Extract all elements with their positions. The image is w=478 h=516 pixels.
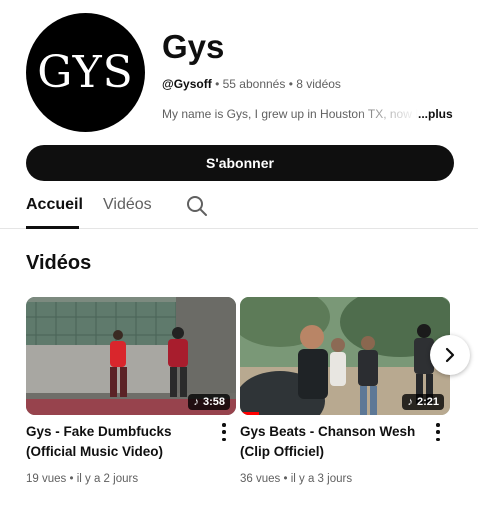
search-icon[interactable] <box>185 194 209 218</box>
video-card[interactable]: ♪ 2:21 Gys Beats - Chanson Wesh (Clip Of… <box>240 297 450 485</box>
next-button[interactable] <box>430 335 470 375</box>
watch-progress-bar <box>240 412 259 415</box>
subscriber-count: 55 abonnés <box>222 77 286 91</box>
video-duration: ♪ 3:58 <box>188 394 230 410</box>
video-stats: 19 vues • il y a 2 jours <box>26 473 138 485</box>
duration-text: 2:21 <box>416 396 439 408</box>
video-card[interactable]: ♪ 3:58 Gys - Fake Dumbfucks (Official Mu… <box>26 297 236 485</box>
upload-age: il y a 3 jours <box>290 473 353 485</box>
channel-name: Gys <box>162 28 225 65</box>
tab-accueil[interactable]: Accueil <box>26 196 83 214</box>
description-text: My name is Gys, I grew up in Houston TX,… <box>162 107 418 121</box>
channel-meta: @Gysoff • 55 abonnés • 8 vidéos <box>162 77 341 91</box>
view-count: 36 vues <box>240 473 281 485</box>
video-thumbnail[interactable]: ♪ 3:58 <box>26 297 236 415</box>
video-title[interactable]: Gys - Fake Dumbfucks (Official Music Vid… <box>26 422 212 462</box>
stats-separator: • <box>69 473 74 485</box>
avatar-logo-text: GYS <box>37 47 134 98</box>
active-tab-indicator <box>26 226 79 229</box>
more-vert-icon[interactable] <box>432 423 444 441</box>
channel-description[interactable]: My name is Gys, I grew up in Houston TX,… <box>162 107 454 121</box>
description-more-link[interactable]: ...plus <box>418 107 453 121</box>
subscribe-button[interactable]: S'abonner <box>26 145 454 181</box>
duration-text: 3:58 <box>202 396 225 408</box>
more-vert-icon[interactable] <box>218 423 230 441</box>
video-title[interactable]: Gys Beats - Chanson Wesh (Clip Officiel) <box>240 422 426 462</box>
video-count: 8 vidéos <box>296 77 341 91</box>
meta-separator: • <box>288 77 293 91</box>
video-thumbnail[interactable]: ♪ 2:21 <box>240 297 450 415</box>
channel-tabs: Accueil Vidéos <box>0 188 478 229</box>
chevron-right-icon <box>445 347 455 363</box>
video-duration: ♪ 2:21 <box>402 394 444 410</box>
view-count: 19 vues <box>26 473 67 485</box>
upload-age: il y a 2 jours <box>76 473 139 485</box>
music-note-icon: ♪ <box>407 396 413 408</box>
meta-separator: • <box>215 77 220 91</box>
stats-separator: • <box>283 473 288 485</box>
music-note-icon: ♪ <box>193 396 199 408</box>
section-title: Vidéos <box>26 252 92 274</box>
channel-avatar[interactable]: GYS <box>26 13 145 132</box>
video-stats: 36 vues • il y a 3 jours <box>240 473 352 485</box>
tab-videos[interactable]: Vidéos <box>103 196 152 214</box>
channel-handle: @Gysoff <box>162 77 212 91</box>
